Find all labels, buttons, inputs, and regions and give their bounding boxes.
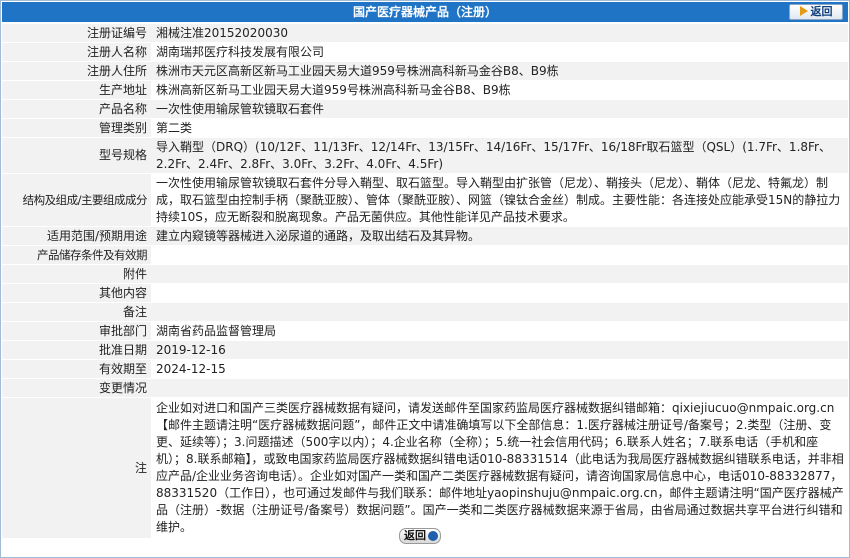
field-value: 湘械注准20152020030 bbox=[151, 24, 848, 42]
back-button-top[interactable]: 返回 bbox=[789, 4, 843, 20]
field-label: 批准日期 bbox=[2, 341, 151, 359]
field-value bbox=[151, 265, 848, 283]
field-label: 注册证编号 bbox=[2, 24, 151, 42]
field-value: 株洲高新区新马工业园天易大道959号株洲高科新马金谷B8、B9栋 bbox=[151, 81, 848, 99]
table-row: 产品储存条件及有效期 bbox=[2, 246, 848, 264]
field-value: 一次性使用输尿管软镜取石套件分导入鞘型、取石篮型。导入鞘型由扩张管（尼龙）、鞘接… bbox=[151, 174, 848, 226]
field-value: 株洲市天元区高新区新马工业园天易大道959号株洲高科新马金谷B8、B9栋 bbox=[151, 62, 848, 80]
circle-icon bbox=[428, 531, 438, 541]
table-row: 其他内容 bbox=[2, 284, 848, 302]
table-row: 产品名称 一次性使用输尿管软镜取石套件 bbox=[2, 100, 848, 118]
table-row: 审批部门 湖南省药品监督管理局 bbox=[2, 322, 848, 340]
table-row: 注册人住所 株洲市天元区高新区新马工业园天易大道959号株洲高科新马金谷B8、B… bbox=[2, 62, 848, 80]
field-label: 结构及组成/主要组成成分 bbox=[2, 174, 151, 226]
field-label: 其他内容 bbox=[2, 284, 151, 302]
field-label: 型号规格 bbox=[2, 138, 151, 173]
table-row: 注册人名称 湖南瑞邦医疗科技发展有限公司 bbox=[2, 43, 848, 61]
field-value bbox=[151, 246, 848, 264]
table-row: 有效期至 2024-12-15 bbox=[2, 360, 848, 378]
table-row: 备注 bbox=[2, 303, 848, 321]
field-label: 管理类别 bbox=[2, 119, 151, 137]
table-row: 结构及组成/主要组成成分 一次性使用输尿管软镜取石套件分导入鞘型、取石篮型。导入… bbox=[2, 174, 848, 226]
field-value bbox=[151, 379, 848, 397]
page-title-bar: 国产医疗器械产品（注册） bbox=[2, 2, 848, 22]
field-label: 有效期至 bbox=[2, 360, 151, 378]
table-row: 适用范围/预期用途 建立内窥镜等器械进入泌尿道的通路，及取出结石及其异物。 bbox=[2, 227, 848, 245]
table-row: 管理类别 第二类 bbox=[2, 119, 848, 137]
field-value: 湖南省药品监督管理局 bbox=[151, 322, 848, 340]
table-row: 附件 bbox=[2, 265, 848, 283]
field-label: 备注 bbox=[2, 303, 151, 321]
table-row: 批准日期 2019-12-16 bbox=[2, 341, 848, 359]
table-row: 生产地址 株洲高新区新马工业园天易大道959号株洲高科新马金谷B8、B9栋 bbox=[2, 81, 848, 99]
back-button-bottom-label: 返回 bbox=[404, 529, 426, 542]
field-label: 生产地址 bbox=[2, 81, 151, 99]
back-button-bottom[interactable]: 返回 bbox=[399, 528, 441, 544]
field-value: 2024-12-15 bbox=[151, 360, 848, 378]
field-value: 2019-12-16 bbox=[151, 341, 848, 359]
field-label: 注册人住所 bbox=[2, 62, 151, 80]
table-row: 注 企业如对进口和国产三类医疗器械数据有疑问，请发送邮件至国家药监局医疗器械数据… bbox=[2, 398, 848, 538]
field-label: 附件 bbox=[2, 265, 151, 283]
field-label: 产品名称 bbox=[2, 100, 151, 118]
note-text: 企业如对进口和国产三类医疗器械数据有疑问，请发送邮件至国家药监局医疗器械数据纠错… bbox=[151, 398, 848, 538]
field-label: 适用范围/预期用途 bbox=[2, 227, 151, 245]
back-button-top-label: 返回 bbox=[810, 5, 833, 18]
field-value bbox=[151, 284, 848, 302]
field-value: 导入鞘型（DRQ）(10/12F、11/13Fr、12/14Fr、13/15Fr… bbox=[151, 138, 848, 173]
field-label: 变更情况 bbox=[2, 379, 151, 397]
field-value: 建立内窥镜等器械进入泌尿道的通路，及取出结石及其异物。 bbox=[151, 227, 848, 245]
field-value: 湖南瑞邦医疗科技发展有限公司 bbox=[151, 43, 848, 61]
table-row: 注册证编号 湘械注准20152020030 bbox=[2, 24, 848, 42]
field-label: 审批部门 bbox=[2, 322, 151, 340]
table-row: 型号规格 导入鞘型（DRQ）(10/12F、11/13Fr、12/14Fr、13… bbox=[2, 138, 848, 173]
field-value bbox=[151, 303, 848, 321]
detail-table: 注册证编号 湘械注准20152020030 注册人名称 湖南瑞邦医疗科技发展有限… bbox=[2, 23, 848, 539]
detail-panel: 国产医疗器械产品（注册） 返回 注册证编号 湘械注准20152020030 注册… bbox=[0, 0, 850, 558]
table-row: 变更情况 bbox=[2, 379, 848, 397]
page-title: 国产医疗器械产品（注册） bbox=[352, 5, 497, 19]
field-label: 产品储存条件及有效期 bbox=[2, 246, 151, 264]
field-label: 注册人名称 bbox=[2, 43, 151, 61]
note-label: 注 bbox=[2, 398, 151, 538]
field-value: 第二类 bbox=[151, 119, 848, 137]
arrow-right-icon bbox=[799, 6, 808, 16]
field-value: 一次性使用输尿管软镜取石套件 bbox=[151, 100, 848, 118]
